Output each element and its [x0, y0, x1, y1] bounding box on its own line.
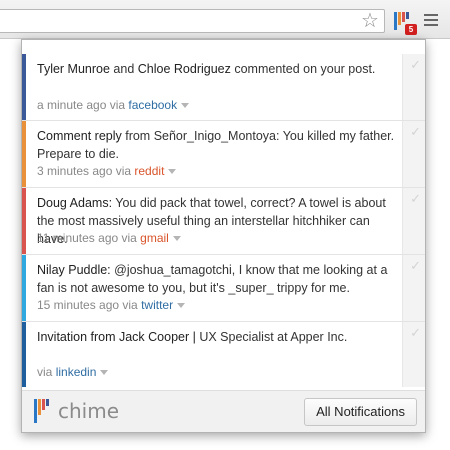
- chevron-down-icon[interactable]: [177, 303, 186, 309]
- dismiss-column[interactable]: ✓: [402, 322, 425, 387]
- notification-meta: via linkedin: [37, 364, 109, 380]
- star-icon[interactable]: ☆: [359, 10, 381, 32]
- chime-logo-icon: [34, 399, 52, 423]
- source-color-bar: [22, 322, 26, 387]
- notification-item[interactable]: Invitation from Jack Cooper | UX Special…: [22, 321, 425, 387]
- timestamp: 11 minutes ago via: [37, 231, 141, 245]
- notification-meta: a minute ago via facebook: [37, 97, 190, 113]
- notification-meta: 15 minutes ago via twitter: [37, 297, 186, 313]
- chevron-down-icon[interactable]: [168, 169, 177, 175]
- notification-text: Nilay Puddle: @joshua_tamagotchi, I know…: [37, 261, 399, 297]
- source-link[interactable]: twitter: [141, 298, 173, 312]
- source-link[interactable]: facebook: [128, 98, 177, 112]
- dismiss-column[interactable]: ✓: [402, 255, 425, 321]
- dismiss-column[interactable]: ✓: [402, 54, 425, 120]
- chevron-down-icon[interactable]: [181, 103, 190, 109]
- notification-item[interactable]: Tyler Munroe and Chloe Rodriguez comment…: [22, 54, 425, 120]
- source-color-bar: [22, 255, 26, 321]
- check-icon[interactable]: ✓: [410, 125, 421, 138]
- notification-list: Tyler Munroe and Chloe Rodriguez comment…: [22, 54, 425, 387]
- actor-name: Chloe Rodriguez: [137, 62, 231, 76]
- check-icon[interactable]: ✓: [410, 58, 421, 71]
- notification-title: Comment reply: [37, 129, 122, 143]
- notification-item[interactable]: Nilay Puddle: @joshua_tamagotchi, I know…: [22, 254, 425, 321]
- source-color-bar: [22, 121, 26, 187]
- source-link[interactable]: linkedin: [56, 365, 97, 379]
- chime-popup: Tyler Munroe and Chloe Rodriguez comment…: [21, 39, 426, 433]
- timestamp: 3 minutes ago via: [37, 164, 135, 178]
- notification-item[interactable]: Comment reply from Señor_Inigo_Montoya: …: [22, 120, 425, 187]
- notification-title: Nilay Puddle:: [37, 263, 111, 277]
- popup-footer: chime All Notifications: [22, 390, 425, 432]
- notification-meta: 11 minutes ago via gmail: [37, 230, 181, 246]
- chevron-down-icon[interactable]: [100, 370, 109, 376]
- check-icon[interactable]: ✓: [410, 192, 421, 205]
- notification-count-badge: 5: [405, 24, 417, 35]
- joiner-text: and: [109, 62, 138, 76]
- actor-name: Tyler Munroe: [37, 62, 110, 76]
- timestamp: via: [37, 365, 56, 379]
- notification-meta: 3 minutes ago via reddit: [37, 163, 177, 179]
- source-link[interactable]: reddit: [134, 164, 164, 178]
- dismiss-column[interactable]: ✓: [402, 121, 425, 187]
- notification-text: Comment reply from Señor_Inigo_Montoya: …: [37, 127, 399, 163]
- source-color-bar: [22, 188, 26, 254]
- notification-title: Invitation from Jack Cooper |: [37, 330, 196, 344]
- check-icon[interactable]: ✓: [410, 259, 421, 272]
- chevron-down-icon[interactable]: [172, 236, 181, 242]
- notification-item[interactable]: Doug Adams: You did pack that towel, cor…: [22, 187, 425, 254]
- message-text: commented on your post.: [230, 62, 376, 76]
- notification-title: Doug Adams:: [37, 196, 113, 210]
- address-bar[interactable]: [0, 9, 385, 33]
- source-color-bar: [22, 54, 26, 120]
- chime-logo-text: chime: [58, 399, 120, 423]
- notification-text: Invitation from Jack Cooper | UX Special…: [37, 328, 399, 346]
- browser-toolbar: ☆ 5: [0, 0, 450, 39]
- all-notifications-button[interactable]: All Notifications: [304, 398, 417, 426]
- timestamp: a minute ago via: [37, 98, 129, 112]
- check-icon[interactable]: ✓: [410, 326, 421, 339]
- timestamp: 15 minutes ago via: [37, 298, 142, 312]
- notification-text: Tyler Munroe and Chloe Rodriguez comment…: [37, 60, 399, 78]
- source-link[interactable]: gmail: [140, 231, 169, 245]
- dismiss-column[interactable]: ✓: [402, 188, 425, 254]
- menu-icon[interactable]: [424, 14, 438, 26]
- message-text: UX Specialist at Apper Inc.: [195, 330, 348, 344]
